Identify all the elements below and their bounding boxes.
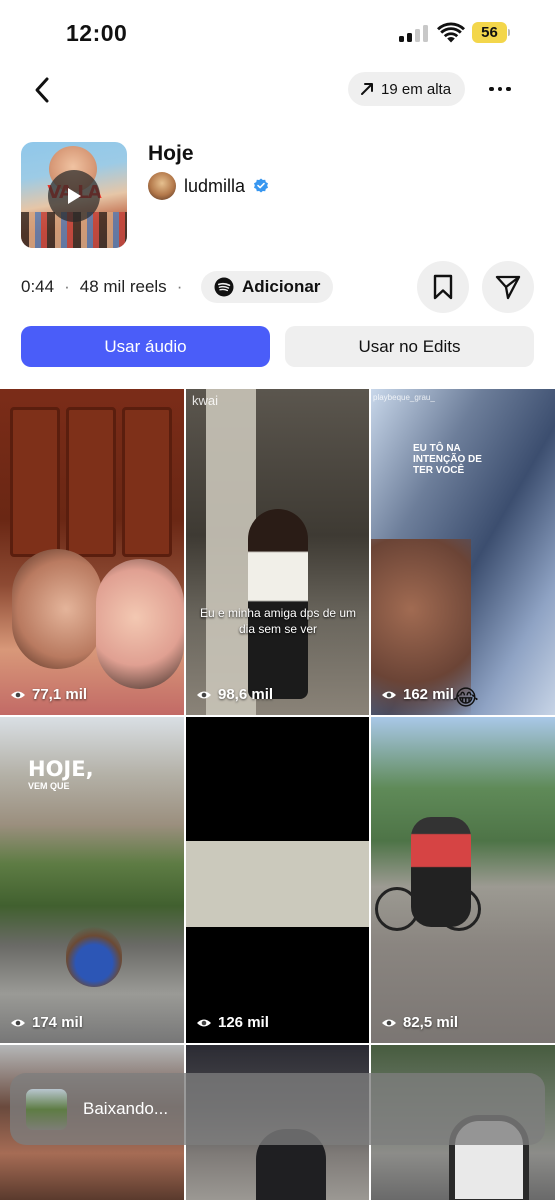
audio-duration: 0:44 xyxy=(21,277,55,296)
view-count: 82,5 mil xyxy=(381,1014,458,1031)
reel-thumbnail[interactable]: 126 mil xyxy=(186,717,369,1043)
view-count: 162 mil xyxy=(381,686,454,703)
add-to-spotify-button[interactable]: Adicionar xyxy=(201,271,334,303)
add-label: Adicionar xyxy=(242,277,321,296)
artist-name[interactable]: ludmilla xyxy=(184,176,245,197)
trending-chip[interactable]: 19 em alta xyxy=(348,72,466,106)
use-in-edits-button[interactable]: Usar no Edits xyxy=(285,326,534,367)
status-time: 12:00 xyxy=(66,20,128,46)
trending-arrow-icon xyxy=(361,83,373,95)
more-options-button[interactable] xyxy=(482,76,518,102)
cellular-signal-icon xyxy=(399,25,429,42)
trending-label: 19 em alta xyxy=(381,80,452,98)
battery-icon: 56 xyxy=(472,22,510,43)
verified-badge-icon xyxy=(254,178,269,193)
reel-caption: Eu e minha amiga dps de um dia sem se ve… xyxy=(199,606,357,636)
eye-icon xyxy=(11,1019,25,1026)
reel-overlay-title: HOJE, xyxy=(28,757,94,781)
separator-dot: · xyxy=(176,277,183,296)
kwai-logo: kwai xyxy=(192,393,219,408)
chevron-left-icon xyxy=(35,77,49,103)
view-count: 98,6 mil xyxy=(196,686,273,703)
reel-handle: playbeque_grau_ xyxy=(373,393,435,402)
separator-dot: · xyxy=(64,277,70,296)
artist-row[interactable]: ludmilla xyxy=(148,172,269,200)
use-audio-button[interactable]: Usar áudio xyxy=(21,326,270,367)
eye-icon xyxy=(382,1019,396,1026)
reel-thumbnail[interactable]: HOJE, VEM QUE 174 mil xyxy=(0,717,184,1043)
reel-thumbnail[interactable]: kwai Eu e minha amiga dps de um dia sem … xyxy=(186,389,369,715)
save-button[interactable] xyxy=(417,261,469,313)
play-icon xyxy=(68,188,81,204)
more-dot-icon xyxy=(497,86,503,92)
more-dot-icon xyxy=(506,86,511,92)
eye-icon xyxy=(382,691,396,698)
reels-count: 48 mil reels xyxy=(79,277,167,296)
view-count: 77,1 mil xyxy=(10,686,87,703)
audio-title: Hoje xyxy=(148,142,194,165)
send-icon xyxy=(495,275,521,300)
view-count: 126 mil xyxy=(196,1014,269,1031)
wifi-icon xyxy=(437,22,465,43)
back-button[interactable] xyxy=(24,72,60,108)
reel-thumbnail[interactable]: 82,5 mil xyxy=(371,717,555,1043)
reel-overlay-text: EU TÔ NA INTENÇÃO DE TER VOCÊ xyxy=(413,443,482,476)
bookmark-icon xyxy=(433,274,453,300)
share-button[interactable] xyxy=(482,261,534,313)
battery-level: 56 xyxy=(472,22,507,43)
reel-thumbnail[interactable]: 77,1 mil xyxy=(0,389,184,715)
toast-text: Baixando... xyxy=(83,1099,169,1118)
audio-meta: 0:44 · 48 mil reels · xyxy=(21,274,192,300)
status-bar: 12:00 56 xyxy=(0,0,555,66)
artist-avatar[interactable] xyxy=(148,172,176,200)
more-dot-icon xyxy=(489,86,494,92)
play-button[interactable] xyxy=(48,170,100,222)
eye-icon xyxy=(11,691,25,698)
view-count: 174 mil xyxy=(10,1014,83,1031)
eye-icon xyxy=(197,1019,211,1026)
eye-icon xyxy=(197,691,211,698)
reel-thumbnail[interactable]: playbeque_grau_ EU TÔ NA INTENÇÃO DE TER… xyxy=(371,389,555,715)
download-toast: Baixando... xyxy=(10,1073,545,1145)
laughing-emoji-icon: 😂 xyxy=(453,685,479,710)
spotify-icon xyxy=(214,277,234,297)
reel-overlay-subtitle: VEM QUE xyxy=(28,781,70,791)
toast-thumbnail xyxy=(26,1088,67,1130)
